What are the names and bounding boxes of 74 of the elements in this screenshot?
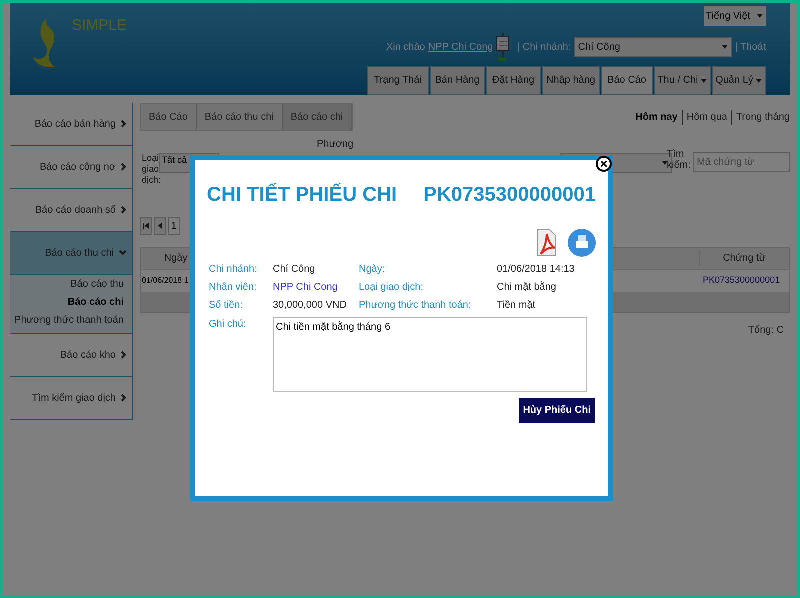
submenu-item[interactable]: Phương thức thanh toán (14, 313, 124, 331)
pdf-icon[interactable] (536, 228, 558, 258)
date-filter-link[interactable]: Hôm qua (686, 110, 732, 124)
field-label: Phương thức thanh toán: (359, 299, 472, 313)
nav-tab[interactable]: Trạng Thái (367, 66, 429, 95)
voucher-link[interactable]: PK0735300000001 (699, 274, 789, 288)
user-link[interactable]: NPP Chi Cong (428, 40, 494, 54)
breadcrumb-link[interactable]: Báo Cáo (141, 104, 197, 130)
date-filter-link[interactable]: Trong tháng (736, 110, 790, 124)
dialog-title: CHI TIẾT PHIẾU CHI (207, 182, 398, 208)
chevron-right-icon (121, 351, 127, 359)
field-label: Số tiền: (209, 299, 244, 313)
total-text: Tổng: C (748, 324, 784, 338)
caret-icon (757, 14, 763, 18)
sidebar-item[interactable]: Báo cáo doanh số (10, 189, 133, 232)
filter-label: Loại giao dịch: (142, 153, 160, 186)
submenu-item[interactable]: Báo cáo thu (70, 277, 124, 295)
field-label: Nhân viên: (209, 281, 258, 295)
nav-tab[interactable]: Nhập hàng (542, 66, 600, 95)
cancel-voucher-button[interactable]: Hủy Phiếu Chi (519, 398, 595, 423)
search-field[interactable]: Mã chứng từ (693, 152, 790, 172)
logo-text: SIMPLE (72, 16, 128, 36)
separator-text: | (517, 40, 520, 54)
breadcrumb-link[interactable]: Báo cáo chi (282, 104, 352, 130)
column-header: Ngày (163, 252, 189, 266)
branch-select[interactable]: Chí Công (574, 37, 732, 57)
previous-page-button[interactable] (154, 217, 166, 235)
signboard-icon (496, 33, 510, 61)
sidebar-item[interactable]: Báo cáo thu chi (10, 232, 133, 275)
nav-tab[interactable]: Báo Cáo (601, 66, 653, 95)
close-icon (601, 161, 607, 167)
filter-label: Tìm kiếm: (667, 149, 691, 171)
submenu-item[interactable]: Báo cáo chi (68, 295, 124, 313)
field-label: Chi nhánh: (209, 263, 258, 277)
chevron-down-icon (119, 250, 127, 256)
filter-label: Phương (317, 138, 354, 152)
sidebar-item[interactable]: Báo cáo bán hàng (10, 103, 133, 146)
language-select[interactable]: Tiếng Việt (704, 6, 766, 26)
field-value: Chí Công (273, 263, 316, 277)
column-header: Chứng từ (699, 251, 789, 266)
field-value: Tiền mặt (497, 299, 536, 313)
field-label: Loại giao dịch: (359, 281, 424, 295)
table-cell: 01/06/2018 1 (141, 275, 189, 287)
chevron-right-icon (121, 163, 127, 171)
chevron-right-icon (121, 206, 127, 214)
print-icon[interactable] (568, 228, 596, 258)
branch-label: Chi nhánh: (522, 40, 572, 54)
previous-page-icon (158, 223, 162, 229)
date-filter-link[interactable]: Hôm nay (636, 110, 683, 124)
caret-icon (722, 45, 728, 49)
field-value: 01/06/2018 14:13 (497, 263, 575, 277)
sidebar-item[interactable]: Báo cáo công nợ (10, 146, 133, 189)
nav-tab[interactable]: Thu / Chi (654, 66, 711, 95)
field-value: 30,000,000 VND (273, 299, 347, 313)
field-label: Ngày: (359, 263, 386, 277)
chevron-right-icon (121, 120, 127, 128)
logout-link[interactable]: | Thoát (735, 40, 766, 54)
note-field[interactable]: Chi tiền mặt bằng tháng 6 (273, 317, 587, 392)
employee-link[interactable]: NPP Chi Cong (273, 280, 338, 295)
sidebar-item[interactable]: Tìm kiếm giao dịch (10, 377, 133, 420)
close-button[interactable] (596, 156, 612, 172)
field-label: Ghi chú: (209, 318, 248, 332)
chevron-right-icon (121, 394, 127, 402)
sidebar-item[interactable]: Báo cáo kho (10, 334, 133, 377)
first-page-icon (143, 223, 149, 229)
nav-tab[interactable]: Bán Hàng (430, 66, 485, 95)
nav-tab[interactable]: Đặt Hàng (486, 66, 541, 95)
greeting-text: Xin chào (386, 40, 426, 54)
page-button[interactable]: 1 (168, 217, 180, 235)
field-value: Chi mặt bằng (497, 280, 556, 295)
caret-icon (662, 161, 668, 165)
first-page-button[interactable] (140, 217, 152, 235)
nav-tab[interactable]: Quản Lý (712, 66, 766, 95)
voucher-code: PK0735300000001 (424, 183, 596, 208)
